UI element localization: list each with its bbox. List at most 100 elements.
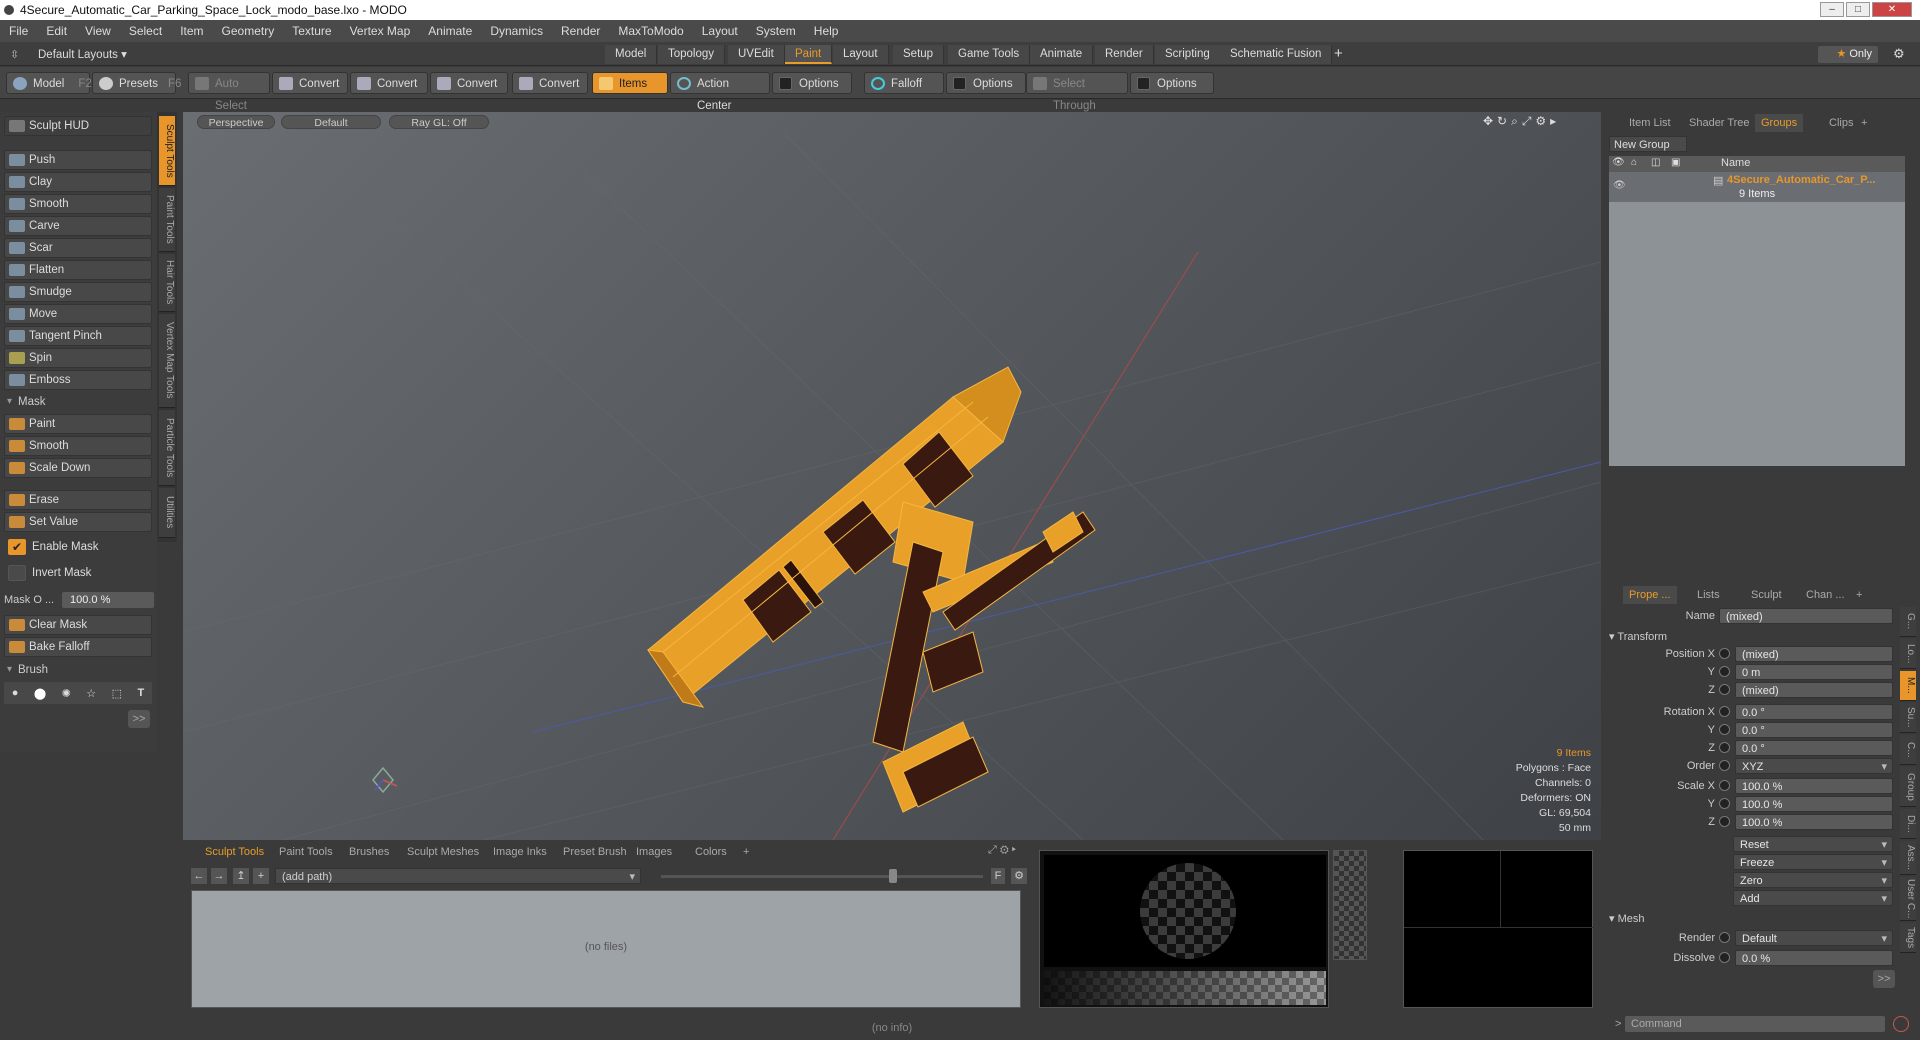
tab-scripting[interactable]: Scripting (1155, 45, 1221, 64)
menu-select[interactable]: Select (120, 24, 171, 38)
tab-shader-tree[interactable]: Shader Tree (1683, 114, 1756, 132)
procedural-brush-icon[interactable]: ⬚ (112, 687, 122, 700)
btab-preset-brush[interactable]: Preset Brush (557, 844, 633, 860)
tab-paint[interactable]: Paint (785, 45, 833, 64)
gear-icon[interactable]: ⚙ (1011, 868, 1027, 884)
mask-erase[interactable]: Erase (4, 490, 152, 510)
scale-z-field[interactable]: 100.0 % (1735, 814, 1893, 830)
mask-scale-down[interactable]: Scale Down (4, 458, 152, 478)
vtab-particle-tools[interactable]: Particle Tools (159, 410, 175, 486)
side-tab-lo[interactable]: Lo... (1900, 639, 1916, 669)
tab-sculpt[interactable]: Sculpt (1745, 586, 1788, 604)
tab-model[interactable]: Model (605, 45, 658, 64)
menu-item[interactable]: Item (171, 24, 212, 38)
menu-texture[interactable]: Texture (283, 24, 340, 38)
keyframe-dot[interactable] (1719, 684, 1730, 695)
render-icon[interactable]: ▣ (1671, 157, 1680, 168)
vtab-hair-tools[interactable]: Hair Tools (159, 254, 175, 312)
options-checkbox[interactable] (779, 77, 792, 90)
vtab-vertex-map-tools[interactable]: Vertex Map Tools (159, 314, 175, 408)
invert-mask-toggle[interactable]: Invert Mask (4, 564, 152, 584)
tool-smooth[interactable]: Smooth (4, 194, 152, 214)
keyframe-dot[interactable] (1719, 816, 1730, 827)
menu-geometry[interactable]: Geometry (213, 24, 284, 38)
panel-options-icon[interactable]: ⤢ ⚙ ▸ (988, 844, 1016, 857)
transform-header[interactable]: ▾ Transform (1609, 630, 1667, 643)
falloff-button[interactable]: Falloff (864, 72, 944, 94)
tool-emboss[interactable]: Emboss (4, 370, 152, 390)
side-tab-tags[interactable]: Tags (1900, 923, 1916, 953)
options-button-2[interactable]: Options (946, 72, 1026, 94)
path-dropdown[interactable]: (add path) (275, 868, 641, 885)
options-checkbox[interactable] (953, 77, 966, 90)
presets-button[interactable]: Presets F6 (92, 72, 181, 94)
tool-smudge[interactable]: Smudge (4, 282, 152, 302)
options-button-3[interactable]: Options (1130, 72, 1214, 94)
splat-brush-icon[interactable]: ✺ (62, 687, 71, 700)
keyframe-dot[interactable] (1719, 742, 1730, 753)
vtab-paint-tools[interactable]: Paint Tools (159, 188, 175, 252)
mask-section-header[interactable]: Mask (4, 394, 152, 410)
tool-push[interactable]: Push (4, 150, 152, 170)
side-tab-ass[interactable]: Ass... (1900, 841, 1916, 875)
name-field[interactable]: (mixed) (1719, 608, 1893, 624)
side-tab-g[interactable]: G... (1900, 607, 1916, 637)
close-button[interactable]: ✕ (1872, 2, 1912, 17)
bake-falloff-button[interactable]: Bake Falloff (4, 637, 152, 657)
tool-tangent-pinch[interactable]: Tangent Pinch (4, 326, 152, 346)
side-tab-c[interactable]: C... (1900, 735, 1916, 765)
tab-animate[interactable]: Animate (1030, 45, 1094, 64)
mask-smooth[interactable]: Smooth (4, 436, 152, 456)
tab-item-list[interactable]: Item List (1623, 114, 1677, 132)
tab-schematic-fusion[interactable]: Schematic Fusion (1220, 45, 1333, 64)
add-tab-button[interactable]: + (1334, 45, 1343, 62)
position-y-field[interactable]: 0 m (1735, 664, 1893, 680)
auto-select-button[interactable]: Auto Select (188, 72, 270, 112)
tab-uvedit[interactable]: UVEdit (728, 45, 785, 64)
keyframe-dot[interactable] (1719, 952, 1730, 963)
command-input[interactable]: Command (1625, 1016, 1885, 1032)
back-arrow-icon[interactable]: ← (191, 868, 207, 884)
tool-scar[interactable]: Scar (4, 238, 152, 258)
thumbnail-size-slider[interactable] (661, 875, 983, 878)
convert-button-4[interactable]: Convert (512, 72, 588, 94)
side-tab-di[interactable]: Di... (1900, 809, 1916, 839)
menu-file[interactable]: File (0, 24, 37, 38)
menu-view[interactable]: View (76, 24, 120, 38)
select-through-button[interactable]: Select Through (1026, 72, 1128, 112)
btab-image-inks[interactable]: Image Inks (487, 844, 553, 860)
enable-mask-toggle[interactable]: ✔ Enable Mask (4, 538, 152, 558)
up-folder-icon[interactable]: ↥ (233, 868, 249, 884)
reset-dropdown[interactable]: Reset (1733, 836, 1893, 853)
lock-icon[interactable]: ⌂ (1631, 157, 1637, 168)
mask-opacity-field[interactable]: 100.0 % (62, 592, 154, 608)
filter-button[interactable]: F (991, 868, 1005, 884)
tool-flatten[interactable]: Flatten (4, 260, 152, 280)
items-button[interactable]: Items (592, 72, 668, 94)
mask-paint[interactable]: Paint (4, 414, 152, 434)
brush-section-header[interactable]: Brush (4, 662, 152, 678)
keyframe-dot[interactable] (1719, 932, 1730, 943)
slider-handle[interactable] (889, 869, 897, 883)
add-path-icon[interactable]: + (253, 868, 269, 884)
only-toggle[interactable]: ★ Only (1818, 46, 1878, 63)
keyframe-dot[interactable] (1719, 724, 1730, 735)
menu-render[interactable]: Render (552, 24, 609, 38)
parking-lock-model[interactable] (646, 366, 1096, 813)
add-dropdown[interactable]: Add (1733, 890, 1893, 907)
btab-paint-tools[interactable]: Paint Tools (273, 844, 339, 860)
menu-maxtomodo[interactable]: MaxToModo (609, 24, 692, 38)
menu-layout[interactable]: Layout (693, 24, 747, 38)
tab-game-tools[interactable]: Game Tools (948, 45, 1031, 64)
action-center-button[interactable]: Action Center (670, 72, 770, 112)
record-icon[interactable] (1893, 1016, 1909, 1032)
tab-add[interactable]: + (1850, 586, 1868, 604)
more-button[interactable]: >> (1873, 970, 1895, 988)
side-tab-m[interactable]: M... (1900, 671, 1916, 701)
select-icon[interactable]: ◫ (1651, 157, 1660, 168)
soft-brush-icon[interactable]: ● (12, 687, 19, 699)
sculpt-hud-button[interactable]: Sculpt HUD (4, 116, 152, 136)
options-button-1[interactable]: Options (772, 72, 852, 94)
position-x-field[interactable]: (mixed) (1735, 646, 1893, 662)
3d-viewport[interactable]: Perspective Default Ray GL: Off ✥↻⌕⤢⚙▸ 9… (183, 112, 1601, 840)
